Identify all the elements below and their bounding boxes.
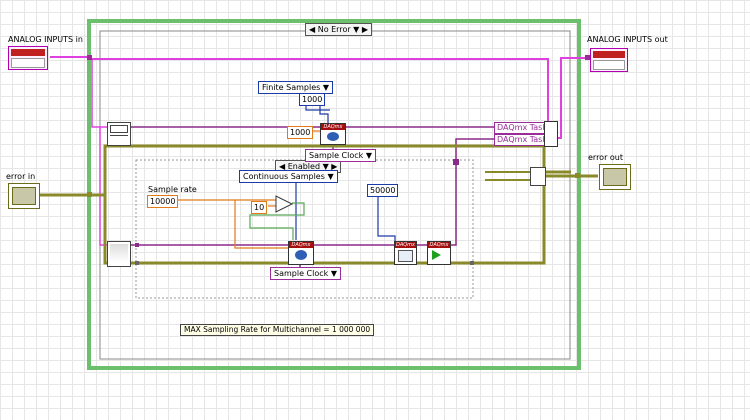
finite-samples-label: Finite Samples (262, 83, 321, 92)
wave-icon (110, 135, 128, 141)
rate-1000-constant[interactable]: 1000 (287, 126, 314, 139)
daqmx-timing-node-top[interactable]: DAQmx (320, 123, 346, 145)
property-node-bottom[interactable] (107, 241, 131, 267)
buffer-icon (398, 250, 413, 262)
build-array-node[interactable] (544, 121, 558, 147)
daqmx-badge: DAQmx (321, 124, 345, 130)
chevron-down-icon[interactable]: ▼ (323, 83, 329, 92)
error-out-label: error out (588, 153, 624, 162)
cluster-icon (603, 168, 627, 186)
analog-out-terminal[interactable] (590, 48, 628, 72)
task-label-2: DAQmx Task (494, 134, 550, 146)
chevron-down-icon[interactable]: ▼ (366, 151, 372, 160)
case-selector-outer-label: No Error (317, 25, 351, 34)
case-selector-outer[interactable]: ◀ No Error ▼ ▶ (305, 23, 373, 36)
waveform-icon (593, 60, 625, 70)
property-icon (110, 125, 128, 133)
wire-layer (40, 19, 598, 370)
next-case-icon[interactable]: ▶ (362, 25, 368, 34)
waveform-icon (11, 58, 45, 68)
daqmx-start-node[interactable]: DAQmx (427, 241, 451, 265)
sample-rate-label: Sample rate (148, 185, 197, 194)
sampling-rate-note: MAX Sampling Rate for Multichannel = 1 0… (180, 324, 375, 336)
error-out-terminal[interactable] (599, 164, 631, 190)
daqmx-badge: DAQmx (289, 242, 313, 248)
chevron-down-icon[interactable]: ▼ (331, 269, 337, 278)
continuous-samples-constant[interactable]: Continuous Samples ▼ (239, 170, 338, 183)
sample-clock-label: Sample Clock (309, 151, 364, 160)
chevron-down-icon[interactable]: ▼ (327, 172, 333, 181)
compare-node (275, 195, 294, 213)
error-in-terminal[interactable] (8, 183, 40, 209)
analog-out-label: ANALOG INPUTS out (587, 35, 668, 44)
sample-clock-label: Sample Clock (274, 269, 329, 278)
play-icon (432, 250, 441, 260)
clock-icon (327, 132, 339, 141)
daqmx-timing-node-bottom[interactable]: DAQmx (288, 241, 314, 265)
sample-rate-control[interactable]: 10000 (147, 195, 179, 208)
merge-errors-node[interactable] (530, 167, 546, 186)
continuous-samples-label: Continuous Samples (243, 172, 325, 181)
daqmx-badge: DAQmx (428, 242, 450, 248)
daqmx-buffer-node[interactable]: DAQmx (394, 241, 417, 265)
sample-clock-constant-2[interactable]: Sample Clock ▼ (270, 267, 341, 280)
indicator-icon (593, 51, 625, 58)
task-label-1: DAQmx Task (494, 122, 550, 134)
indicator-icon (11, 49, 45, 56)
error-in-label: error in (6, 172, 36, 181)
sample-clock-constant-1[interactable]: Sample Clock ▼ (305, 149, 376, 162)
wire-task-return (449, 138, 494, 246)
clock-icon (295, 250, 307, 260)
cluster-icon (12, 187, 36, 205)
property-node-top[interactable] (107, 122, 131, 146)
ten-constant[interactable]: 10 (251, 201, 268, 214)
analog-in-label: ANALOG INPUTS in (8, 35, 83, 44)
prev-case-icon[interactable]: ◀ (309, 25, 315, 34)
array-icon (110, 244, 128, 262)
analog-in-terminal[interactable] (8, 46, 48, 70)
fifty-k-constant[interactable]: 50000 (367, 184, 399, 197)
finite-count-constant[interactable]: 1000 (299, 93, 326, 106)
daqmx-badge: DAQmx (395, 242, 416, 248)
chevron-down-icon[interactable]: ▼ (353, 25, 359, 34)
